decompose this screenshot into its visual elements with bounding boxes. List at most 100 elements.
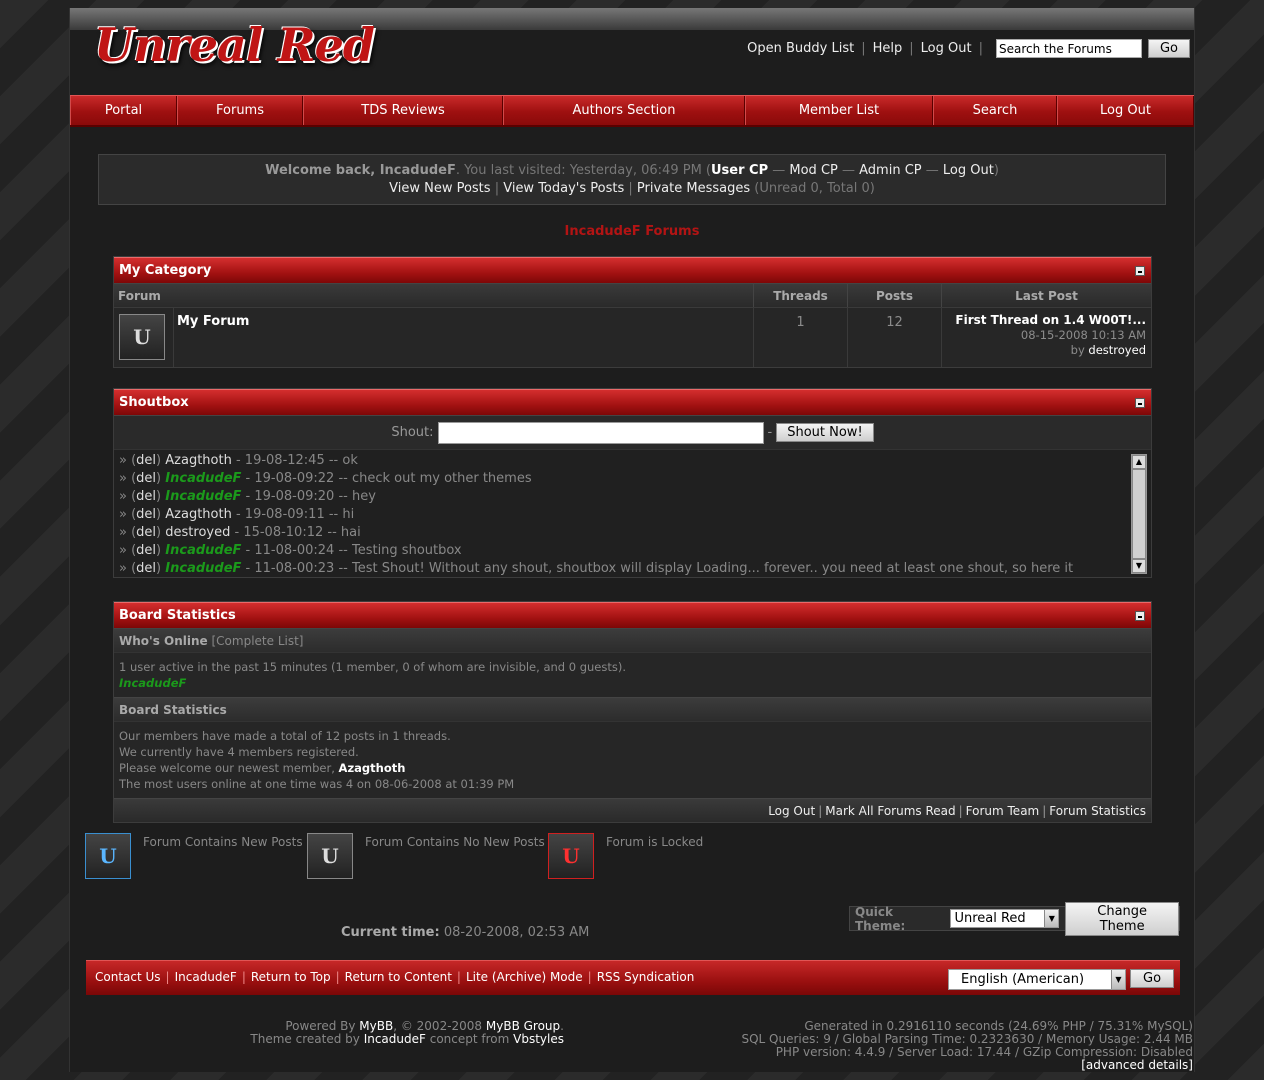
scroll-down-icon[interactable]: ▼	[1132, 559, 1146, 573]
board-statistics-panel: Board Statistics Who's Online [Complete …	[113, 601, 1152, 823]
nav-search[interactable]: Search	[933, 96, 1057, 125]
forum-name-link[interactable]: My Forum	[177, 314, 249, 329]
search-go-button[interactable]: Go	[1147, 39, 1190, 58]
shout-message: Test Shout! Without any shout, shoutbox …	[351, 561, 1074, 576]
shout-item: » (del) destroyed - 15-08-10:12 -- hai	[119, 525, 361, 540]
advanced-details-link[interactable]: [advanced details]	[741, 1059, 1193, 1072]
forum-team-link[interactable]: Forum Team	[966, 804, 1040, 818]
shout-user-link[interactable]: IncadudeF	[165, 471, 241, 486]
powered-by: Powered By MyBB, © 2002-2008 MyBB Group.…	[250, 1019, 564, 1046]
language-go-button[interactable]: Go	[1130, 969, 1175, 988]
nav-logout[interactable]: Log Out	[1057, 96, 1194, 125]
shout-user-link[interactable]: IncadudeF	[165, 543, 241, 558]
delete-shout-link[interactable]: del	[136, 561, 156, 576]
stats-header: Board Statistics	[114, 602, 1151, 628]
change-theme-button[interactable]: Change Theme	[1065, 901, 1179, 936]
return-to-top-link[interactable]: Return to Top	[251, 970, 331, 984]
shout-time: 19-08-12:45	[244, 453, 325, 468]
search-input[interactable]	[995, 39, 1142, 58]
theme-select[interactable]: Unreal Red ▼	[950, 909, 1060, 928]
delete-shout-link[interactable]: del	[136, 453, 156, 468]
shout-now-button[interactable]: Shout Now!	[776, 423, 874, 442]
welcome-username[interactable]: IncadudeF	[380, 163, 456, 178]
shout-item: » (del) Azagthoth - 19-08-09:11 -- hi	[119, 507, 355, 522]
scroll-thumb[interactable]	[1132, 469, 1146, 559]
complete-list-link[interactable]: [Complete List]	[212, 634, 304, 648]
welcome-panel: Welcome back, IncadudeF. You last visite…	[98, 154, 1166, 205]
collapse-icon[interactable]	[1135, 611, 1145, 621]
last-post-user-link[interactable]: destroyed	[1088, 343, 1146, 357]
private-messages-link[interactable]: Private Messages	[637, 181, 750, 196]
shout-form: Shout: - Shout Now!	[114, 415, 1151, 449]
stats-footer-links: Log Out | Mark All Forums Read | Forum Team |…	[114, 798, 1151, 822]
category-table: My Category Forum Threads Posts Last Pos…	[113, 256, 1152, 368]
nav-portal[interactable]: Portal	[70, 96, 177, 125]
locked-icon: U	[548, 833, 594, 879]
shout-list[interactable]: » (del) Azagthoth - 19-08-12:45 -- ok » (…	[114, 449, 1151, 577]
language-select[interactable]: English (American) ▼	[948, 969, 1126, 990]
mybb-group-link[interactable]: MyBB Group	[486, 1019, 560, 1033]
shout-item: » (del) IncadudeF - 19-08-09:22 -- check…	[119, 471, 532, 486]
delete-shout-link[interactable]: del	[136, 471, 156, 486]
chevron-down-icon[interactable]: ▼	[1044, 910, 1059, 927]
shout-user-link[interactable]: IncadudeF	[165, 489, 241, 504]
quick-theme-form: Quick Theme: Unreal Red ▼ Change Theme	[849, 901, 1180, 936]
stats-logout-link[interactable]: Log Out	[768, 804, 815, 818]
footer-bar: Contact Us | IncadudeF | Return to Top | Retur…	[86, 960, 1180, 995]
mark-all-read-link[interactable]: Mark All Forums Read	[825, 804, 955, 818]
shout-scrollbar[interactable]: ▲ ▼	[1131, 454, 1147, 574]
admin-cp-link[interactable]: Admin CP	[859, 163, 921, 178]
incadudef-link[interactable]: IncadudeF	[175, 970, 237, 984]
shout-item: » (del) IncadudeF - 11-08-00:23 -- Test …	[119, 561, 1074, 576]
shout-user-link[interactable]: IncadudeF	[165, 561, 241, 576]
collapse-icon[interactable]	[1135, 266, 1145, 276]
shoutbox-title: Shoutbox	[119, 395, 189, 410]
nav-member-list[interactable]: Member List	[745, 96, 933, 125]
nav-forums[interactable]: Forums	[177, 96, 303, 125]
no-new-posts-icon: U	[307, 833, 353, 879]
chevron-down-icon[interactable]: ▼	[1111, 970, 1125, 989]
site-logo[interactable]: Unreal Red	[94, 18, 375, 72]
mod-cp-link[interactable]: Mod CP	[789, 163, 837, 178]
forum-status-icon: U	[119, 314, 165, 360]
shout-message: check out my other themes	[351, 471, 532, 486]
theme-author-link[interactable]: IncadudeF	[364, 1032, 426, 1046]
forum-statistics-link[interactable]: Forum Statistics	[1049, 804, 1146, 818]
delete-shout-link[interactable]: del	[136, 507, 156, 522]
nav-tds-reviews[interactable]: TDS Reviews	[303, 96, 503, 125]
return-to-content-link[interactable]: Return to Content	[345, 970, 452, 984]
lite-mode-link[interactable]: Lite (Archive) Mode	[466, 970, 583, 984]
page-wrapper: Unreal Red Open Buddy List | Help | Log …	[69, 8, 1195, 1072]
vbstyles-link[interactable]: Vbstyles	[513, 1032, 564, 1046]
welcome-logout-link[interactable]: Log Out	[943, 163, 994, 178]
shout-time: 19-08-09:22	[254, 471, 335, 486]
shout-user-link[interactable]: Azagthoth	[165, 507, 232, 522]
shout-input[interactable]	[437, 421, 764, 444]
nav-authors-section[interactable]: Authors Section	[503, 96, 745, 125]
delete-shout-link[interactable]: del	[136, 525, 156, 540]
quick-theme-label: Quick Theme:	[855, 904, 906, 933]
newest-member-link[interactable]: Azagthoth	[339, 761, 406, 775]
last-post-title-link[interactable]: First Thread on 1.4 W00T!...	[947, 313, 1146, 328]
help-link[interactable]: Help	[873, 41, 903, 56]
shout-user-link[interactable]: Azagthoth	[165, 453, 232, 468]
buddy-list-link[interactable]: Open Buddy List	[747, 41, 854, 56]
shout-user-link[interactable]: destroyed	[165, 525, 230, 540]
scroll-up-icon[interactable]: ▲	[1132, 455, 1146, 469]
logout-link[interactable]: Log Out	[921, 41, 972, 56]
legend-no-new-posts: U Forum Contains No New Posts	[307, 833, 545, 879]
category-header: My Category	[114, 257, 1151, 283]
mybb-link[interactable]: MyBB	[359, 1019, 393, 1033]
generation-stats: Generated in 0.2916110 seconds (24.69% P…	[741, 1019, 1193, 1072]
user-cp-link[interactable]: User CP	[711, 163, 768, 178]
contact-us-link[interactable]: Contact Us	[95, 970, 161, 984]
delete-shout-link[interactable]: del	[136, 489, 156, 504]
rss-link[interactable]: RSS Syndication	[597, 970, 695, 984]
delete-shout-link[interactable]: del	[136, 543, 156, 558]
online-user-link[interactable]: IncadudeF	[119, 675, 1146, 691]
category-title[interactable]: My Category	[119, 263, 211, 278]
collapse-icon[interactable]	[1135, 398, 1145, 408]
view-todays-posts-link[interactable]: View Today's Posts	[503, 181, 624, 196]
view-new-posts-link[interactable]: View New Posts	[389, 181, 490, 196]
shout-message: ok	[342, 453, 358, 468]
